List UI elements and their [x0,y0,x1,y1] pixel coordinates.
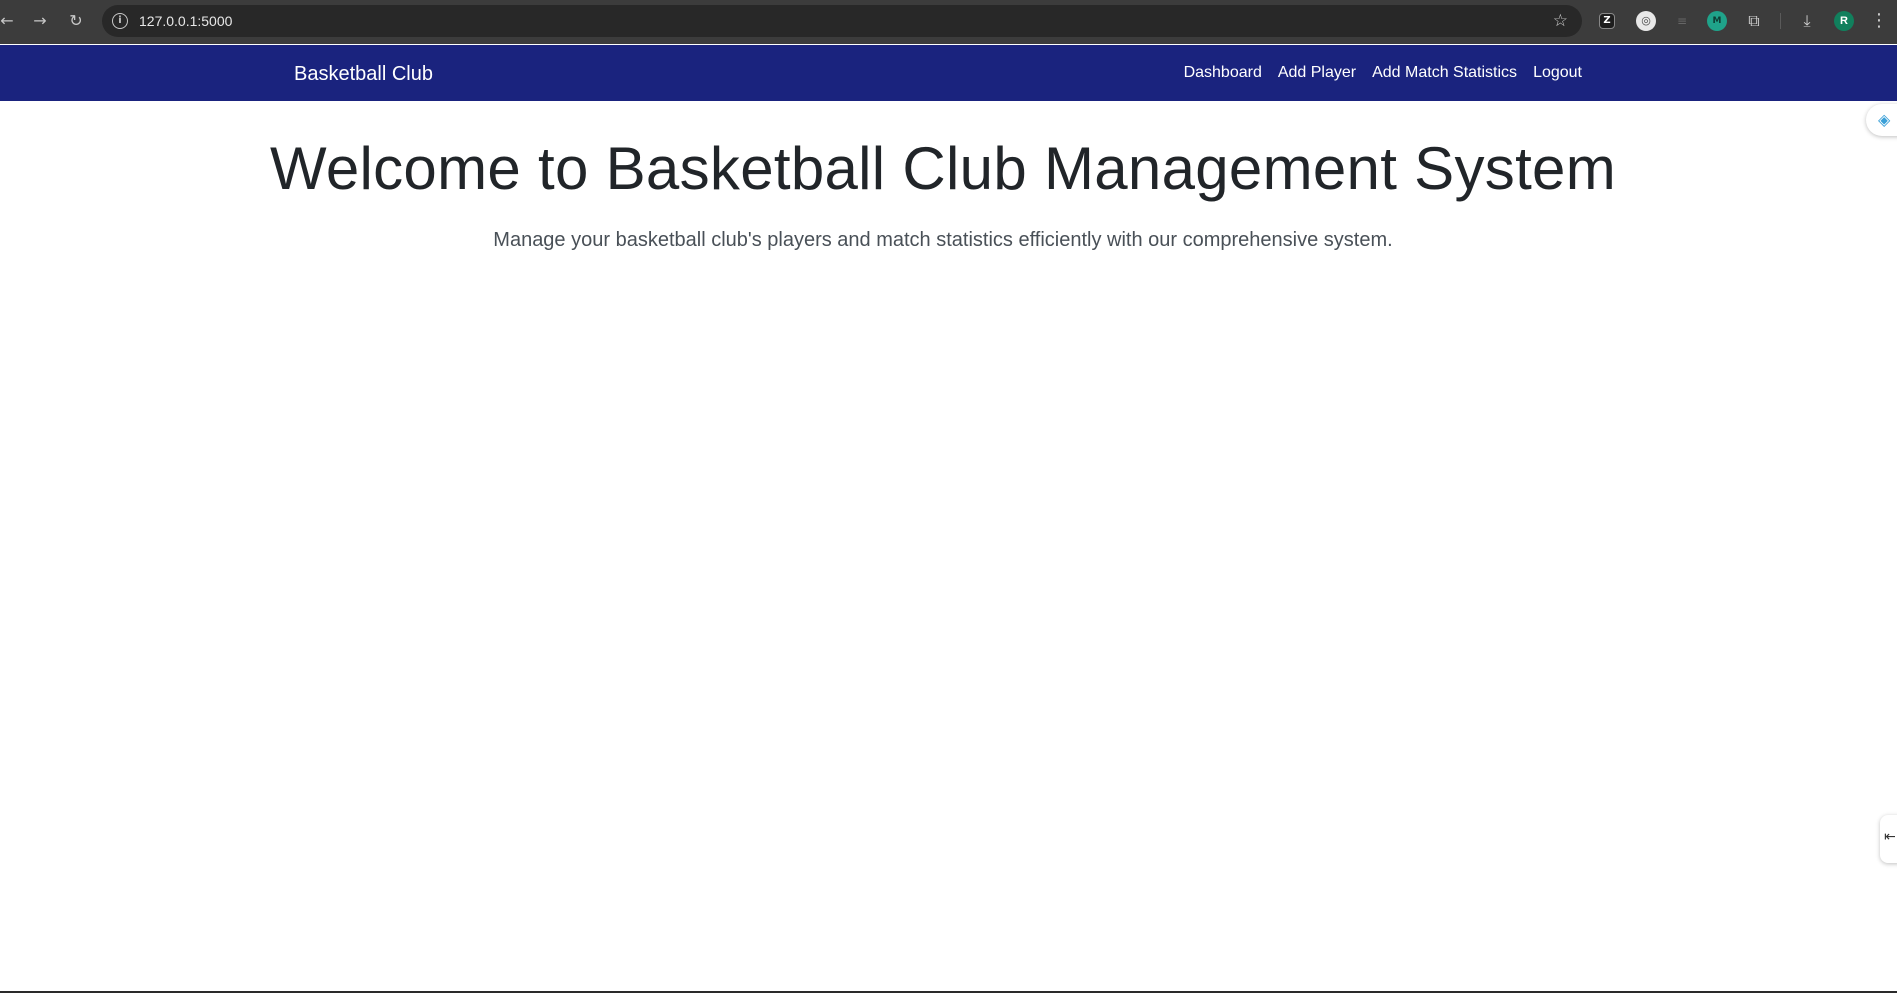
site-info-icon[interactable]: i [112,13,128,29]
floating-side-tab[interactable]: ⇤ [1880,815,1897,863]
nav-link-dashboard[interactable]: Dashboard [1184,64,1262,82]
browser-menu-icon[interactable]: ⋮ [1870,9,1888,33]
extension-z-icon[interactable]: Z [1599,13,1615,29]
app-navbar: Basketball Club Dashboard Add Player Add… [0,45,1897,101]
navbar-brand[interactable]: Basketball Club [294,45,433,103]
browser-toolbar: ← → ↻ i 127.0.0.1:5000 ☆ Z ◎ ≡ M ⧉ ⤓ R ⋮ [0,0,1897,44]
address-bar[interactable]: i 127.0.0.1:5000 ☆ [102,5,1582,37]
back-icon[interactable]: ← [0,10,18,32]
nav-link-logout[interactable]: Logout [1533,64,1582,82]
nav-link-add-match-statistics[interactable]: Add Match Statistics [1372,64,1517,82]
nav-link-add-player[interactable]: Add Player [1278,64,1356,82]
forward-icon[interactable]: → [29,10,51,32]
profile-avatar[interactable]: R [1834,11,1854,31]
extensions-puzzle-icon[interactable]: ⧉ [1744,11,1764,31]
reload-icon[interactable]: ↻ [65,10,87,32]
side-tab-icon: ⇤ [1884,829,1896,845]
extension-c-icon[interactable]: ◎ [1636,11,1656,31]
page-title: Welcome to Basketball Club Management Sy… [269,135,1617,202]
extension-dim-icon[interactable]: ≡ [1672,11,1692,31]
page-subtitle: Manage your basketball club's players an… [493,229,1393,251]
address-bar-url[interactable]: 127.0.0.1:5000 [139,5,232,37]
floating-extension-widget[interactable]: ◈ [1866,104,1897,136]
bookmark-star-icon[interactable]: ☆ [1553,9,1568,33]
download-icon[interactable]: ⤓ [1797,11,1817,31]
layers-icon: ◈ [1878,110,1891,129]
toolbar-divider [1780,13,1781,29]
nav-links: Dashboard Add Player Add Match Statistic… [1184,45,1582,101]
extension-m-icon[interactable]: M [1707,11,1727,31]
